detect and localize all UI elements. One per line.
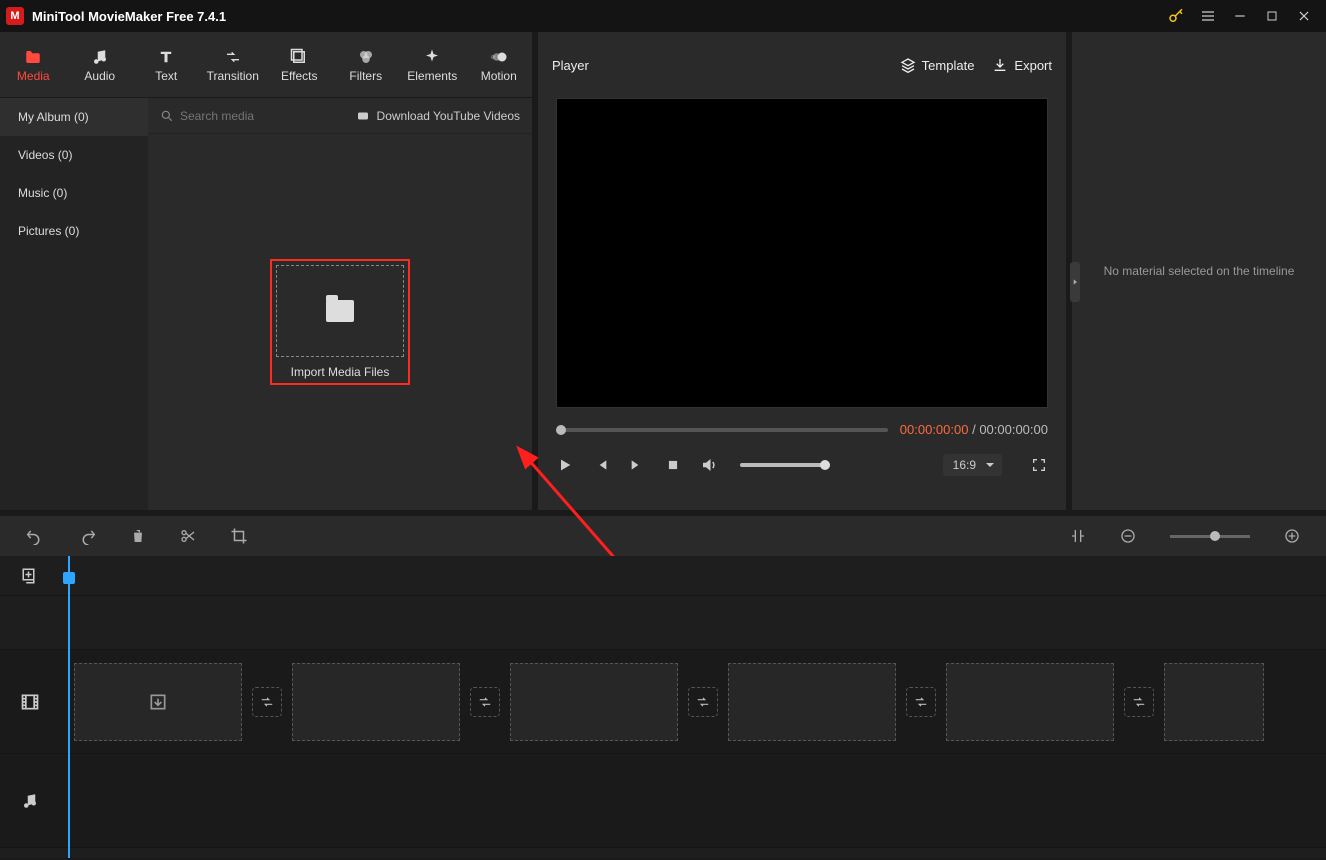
motion-icon [489,47,509,67]
properties-empty-text: No material selected on the timeline [1104,264,1295,278]
add-track-button[interactable] [21,567,39,585]
tab-label: Transition [207,69,259,83]
tab-label: Text [155,69,177,83]
volume-button[interactable] [700,456,718,474]
zoom-out-button[interactable] [1120,528,1136,544]
titlebar: M MiniTool MovieMaker Free 7.4.1 [0,0,1326,32]
search-media[interactable] [160,109,355,123]
media-sidebar: My Album (0) Videos (0) Music (0) Pictur… [0,98,148,510]
sidebar-item-videos[interactable]: Videos (0) [0,136,148,174]
clip-slot[interactable] [946,663,1114,741]
template-icon [900,57,916,73]
template-button[interactable]: Template [900,57,975,73]
minimize-button[interactable] [1224,0,1256,32]
prev-frame-button[interactable] [592,456,610,474]
effects-icon [289,47,309,67]
import-media-highlight: Import Media Files [270,259,410,385]
tab-audio[interactable]: Audio [67,32,134,97]
video-preview [556,98,1048,408]
properties-panel: No material selected on the timeline [1072,32,1326,510]
license-key-icon[interactable] [1160,0,1192,32]
download-youtube-label: Download YouTube Videos [377,109,520,123]
music-note-icon [90,47,110,67]
tab-transition[interactable]: Transition [200,32,267,97]
transition-slot[interactable] [1124,687,1154,717]
youtube-icon [355,110,371,122]
next-frame-button[interactable] [628,456,646,474]
sidebar-item-pictures[interactable]: Pictures (0) [0,212,148,250]
audio-track-icon [21,792,39,810]
aspect-ratio-select[interactable]: 16:9 [943,454,1002,476]
import-media-label: Import Media Files [276,365,404,379]
crop-button[interactable] [230,527,248,545]
transition-slot[interactable] [688,687,718,717]
zoom-in-button[interactable] [1284,528,1300,544]
main-tabs: Media Audio Text Transition Effects Filt… [0,32,532,98]
app-title: MiniTool MovieMaker Free 7.4.1 [32,9,226,24]
clip-slot[interactable] [728,663,896,741]
undo-button[interactable] [26,527,44,545]
tab-label: Motion [481,69,517,83]
import-clip-icon [148,692,168,712]
time-display: 00:00:00:00 / 00:00:00:00 [900,422,1048,437]
sidebar-item-music[interactable]: Music (0) [0,174,148,212]
clip-slot[interactable] [74,663,242,741]
video-track-icon [20,692,40,712]
menu-icon[interactable] [1192,0,1224,32]
tab-effects[interactable]: Effects [266,32,333,97]
sparkle-icon [422,47,442,67]
transition-slot[interactable] [470,687,500,717]
export-label: Export [1014,58,1052,73]
clip-slot[interactable] [292,663,460,741]
app-logo: M [6,7,24,25]
player-title: Player [552,58,589,73]
search-icon [160,109,174,123]
panel-splitter[interactable] [1070,262,1080,302]
folder-icon [326,300,354,322]
filters-icon [356,47,376,67]
text-icon [156,47,176,67]
transition-slot[interactable] [906,687,936,717]
tab-label: Audio [84,69,115,83]
maximize-button[interactable] [1256,0,1288,32]
download-youtube-button[interactable]: Download YouTube Videos [355,109,520,123]
transition-slot[interactable] [252,687,282,717]
playhead[interactable] [68,556,70,858]
timeline[interactable] [0,556,1326,858]
tab-label: Filters [349,69,382,83]
media-panel: Media Audio Text Transition Effects Filt… [0,32,532,510]
tab-label: Elements [407,69,457,83]
clip-slot[interactable] [510,663,678,741]
clip-slot[interactable] [1164,663,1264,741]
tab-media[interactable]: Media [0,32,67,97]
tab-text[interactable]: Text [133,32,200,97]
close-button[interactable] [1288,0,1320,32]
player-panel: Player Template Export 00:00:00:00 / 00:… [538,32,1066,510]
search-input[interactable] [180,109,335,123]
progress-slider[interactable] [556,428,888,432]
redo-button[interactable] [78,527,96,545]
export-button[interactable]: Export [992,57,1052,73]
stop-button[interactable] [664,456,682,474]
template-label: Template [922,58,975,73]
timeline-toolbar [0,516,1326,556]
fullscreen-button[interactable] [1030,456,1048,474]
folder-icon [23,47,43,67]
tab-label: Media [17,69,50,83]
zoom-slider[interactable] [1170,535,1250,538]
volume-slider[interactable] [740,463,830,467]
delete-button[interactable] [130,527,146,545]
sidebar-item-my-album[interactable]: My Album (0) [0,98,148,136]
tab-filters[interactable]: Filters [333,32,400,97]
export-icon [992,57,1008,73]
transition-icon [223,47,243,67]
tab-elements[interactable]: Elements [399,32,466,97]
tab-motion[interactable]: Motion [466,32,533,97]
tab-label: Effects [281,69,317,83]
play-button[interactable] [556,456,574,474]
fit-button[interactable] [1070,528,1086,544]
import-media-button[interactable] [276,265,404,357]
split-button[interactable] [180,527,196,545]
